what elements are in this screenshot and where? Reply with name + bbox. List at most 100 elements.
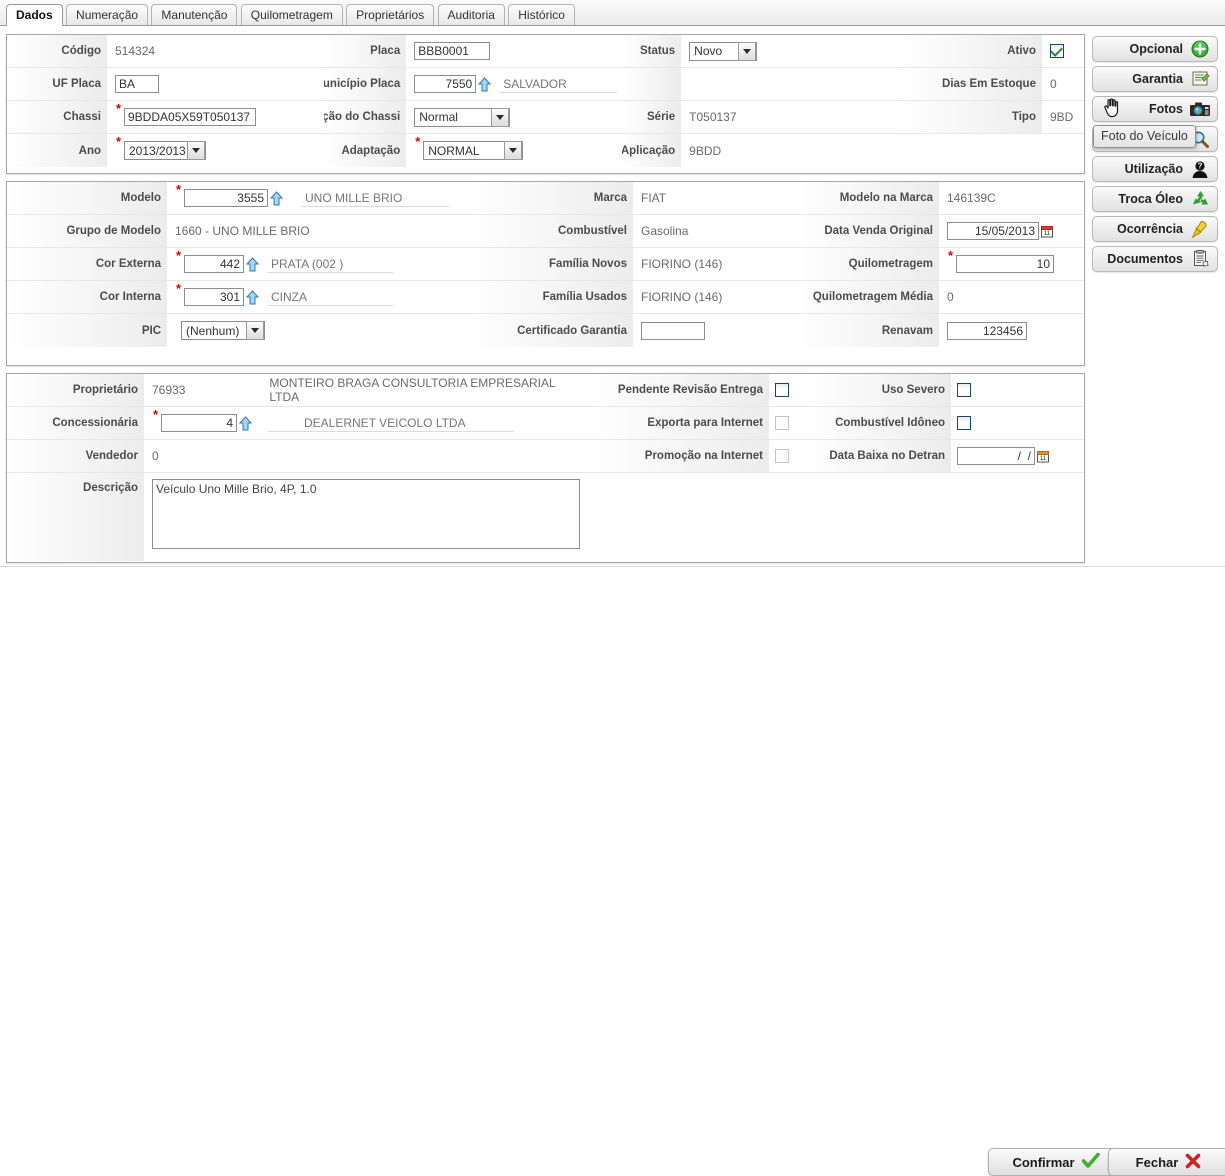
tipo-value: 9BD [1049,110,1074,124]
combustivel-value: Gasolina [641,224,689,238]
form-row: Ano * 2013/2013 Adaptação * NORMAL Aplic… [7,134,1084,167]
svg-text:11: 11 [1044,231,1051,237]
certificado-garantia-field-cell [633,314,793,347]
renavam-input[interactable] [947,321,1027,340]
quilometragem-media-value: 0 [947,290,954,304]
data-venda-original-label: Data Venda Original [793,215,939,247]
cor-externa-name: PRATA (002 ) [267,256,393,273]
quilometragem-label: Quilometragem [793,248,939,280]
condicao-chassi-select[interactable]: Normal [414,107,511,127]
pic-select[interactable]: (Nenhum) [181,321,265,340]
vendedor-label: Vendedor [7,440,144,472]
troca-oleo-label: Troca Óleo [1118,192,1183,206]
cor-interna-name: CINZA [267,289,393,306]
spacer-label [898,134,1042,167]
municipio-placa-code-input[interactable] [414,75,477,93]
lookup-up-arrow-icon[interactable] [246,256,259,272]
adaptacao-field-cell: * NORMAL [406,134,621,167]
placa-label: Placa [324,35,407,67]
exporta-internet-label: Exporta para Internet [587,407,769,439]
vendedor-value: 0 [152,449,159,463]
chevron-down-icon[interactable] [246,321,264,340]
cor-interna-field-cell: * CINZA [167,281,467,313]
tab-label: Proprietários [356,8,425,22]
cor-interna-code-input[interactable] [184,288,244,306]
serie-value: T050137 [689,110,737,124]
confirmar-button[interactable]: Confirmar [988,1148,1124,1176]
fechar-button[interactable]: Fechar [1108,1148,1225,1176]
garantia-button[interactable]: Garantia [1092,66,1218,92]
tab-numeracao[interactable]: Numeração [66,4,149,25]
owner-and-flags-panel: Proprietário 76933 MONTEIRO BRAGA CONSUL… [6,373,1085,563]
tab-auditoria[interactable]: Auditoria [437,4,505,25]
tab-historico[interactable]: Histórico [508,4,575,25]
status-select[interactable]: Novo [689,41,758,61]
placa-input[interactable] [414,42,491,60]
calendar-icon[interactable]: 11 [1040,224,1055,239]
adaptacao-select[interactable]: NORMAL [423,141,524,160]
uso-severo-checkbox[interactable] [957,383,971,397]
required-asterisk: * [176,182,182,197]
ocorrencia-button[interactable]: Ocorrência [1092,216,1218,242]
required-asterisk: * [415,134,421,149]
municipio-placa-name: SALVADOR [499,76,618,93]
utilizacao-button[interactable]: Utilização ? [1092,156,1218,182]
form-row: Concessionária * DEALERNET VEICOLO LTDA … [7,407,1084,440]
form-row: PIC (Nenhum) Certificado Garantia Renava… [7,314,1084,347]
pushpin-icon [1189,219,1211,239]
chevron-down-icon[interactable] [504,141,523,160]
fechar-label: Fechar [1135,1154,1179,1170]
renavam-field-cell [939,314,1084,347]
descricao-textarea[interactable] [152,479,580,549]
familia-novos-label: Família Novos [467,248,633,280]
calendar-icon[interactable]: 11 [1036,449,1051,464]
tab-proprietarios[interactable]: Proprietários [346,4,435,25]
placa-field-cell [406,35,621,67]
uf-placa-input[interactable] [115,75,159,93]
certificado-garantia-input[interactable] [641,321,705,340]
close-icon [1185,1153,1201,1172]
lookup-up-arrow-icon[interactable] [239,415,252,431]
renavam-label: Renavam [793,314,939,347]
documentos-button[interactable]: Documentos [1092,246,1218,272]
tab-quilometragem[interactable]: Quilometragem [240,4,343,25]
quilometragem-input[interactable] [956,255,1054,273]
chevron-down-icon[interactable] [491,107,510,127]
pendente-revisao-checkbox[interactable] [775,383,789,397]
pendente-revisao-entrega-label: Pendente Revisão Entrega [587,374,769,406]
required-asterisk: * [116,134,122,149]
exporta-internet-cell [769,407,803,439]
lookup-up-arrow-icon[interactable] [270,190,283,206]
footer-bar: Confirmar Fechar [0,570,1225,1176]
data-baixa-input[interactable] [957,447,1035,465]
troca-oleo-button[interactable]: Troca Óleo [1092,186,1218,212]
grupo-modelo-label: Grupo de Modelo [7,215,167,247]
tab-manutencao[interactable]: Manutenção [151,4,238,25]
vehicle-model-panel: Modelo * UNO MILLE BRIO Marca FIAT Model… [6,181,1085,366]
spacer-label [803,473,951,561]
check-icon [1081,1152,1100,1172]
proprietario-cell: 76933 MONTEIRO BRAGA CONSULTORIA EMPRESA… [144,374,587,406]
chassi-input[interactable] [124,108,256,126]
uso-severo-cell [951,374,1084,406]
certificado-garantia-label: Certificado Garantia [467,314,633,347]
chevron-down-icon[interactable] [738,41,757,61]
codigo-value: 514324 [115,44,156,58]
chevron-down-icon[interactable] [187,141,205,160]
promocao-internet-checkbox[interactable] [775,449,789,463]
concessionaria-code-input[interactable] [161,414,237,432]
opcional-button[interactable]: Opcional [1092,36,1218,62]
combustivel-idoneo-checkbox[interactable] [957,416,971,430]
vehicle-identification-panel: Código 514324 Placa Status Novo Ativo UF… [6,34,1085,174]
lookup-up-arrow-icon[interactable] [246,289,259,305]
spacer-cell [1042,134,1084,167]
tab-dados[interactable]: Dados [6,4,63,26]
data-venda-input[interactable] [947,222,1039,240]
form-row: Vendedor 0 Promoção na Internet Data Bai… [7,440,1084,473]
exporta-internet-checkbox[interactable] [775,416,789,430]
cor-externa-code-input[interactable] [184,255,244,273]
lookup-up-arrow-icon[interactable] [478,76,492,92]
ativo-checkbox[interactable] [1049,44,1064,58]
ano-select[interactable]: 2013/2013 [124,141,206,160]
modelo-code-input[interactable] [184,189,268,207]
